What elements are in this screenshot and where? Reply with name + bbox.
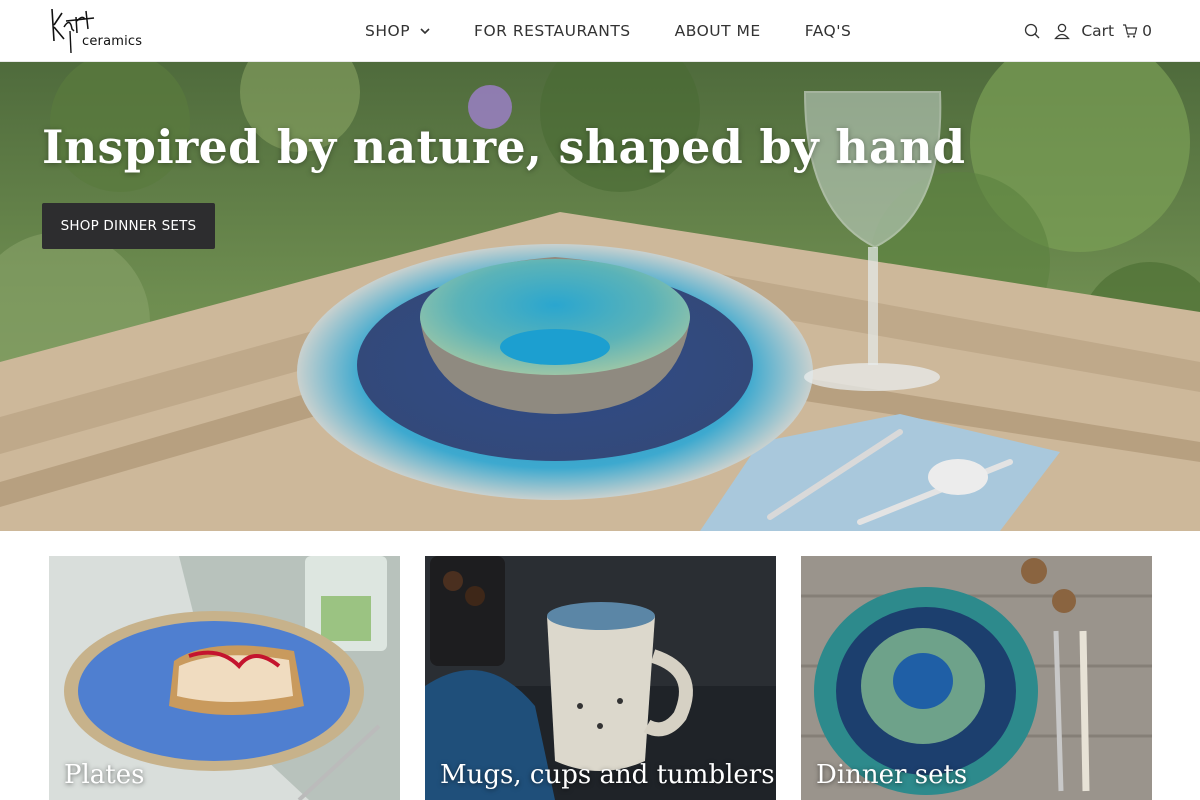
cart-count: 0 (1142, 22, 1152, 40)
collection-card-dinner-sets[interactable]: Dinner sets (801, 556, 1152, 800)
main-nav: SHOP FOR RESTAURANTS ABOUT ME FAQ'S (365, 0, 895, 62)
hero-title: Inspired by nature, shaped by hand (42, 120, 966, 174)
collection-grid: Plates Mugs, cups and tumblers Dinner se… (0, 531, 1200, 800)
collection-card-mugs[interactable]: Mugs, cups and tumblers (425, 556, 776, 800)
collection-title-dinner-sets: Dinner sets (816, 760, 968, 790)
nav-faqs[interactable]: FAQ'S (805, 22, 852, 40)
cart-link[interactable]: Cart 0 (1081, 22, 1152, 40)
user-icon[interactable] (1053, 22, 1071, 40)
nav-about-me[interactable]: ABOUT ME (675, 22, 761, 40)
cart-label: Cart (1081, 22, 1115, 40)
chevron-down-icon (420, 28, 430, 35)
nav-about-me-label: ABOUT ME (674, 22, 761, 40)
collection-title-mugs: Mugs, cups and tumblers (440, 760, 775, 790)
shopping-cart-icon (1123, 24, 1138, 38)
hero-banner: Inspired by nature, shaped by hand SHOP … (0, 62, 1200, 531)
nav-for-restaurants-label: FOR RESTAURANTS (474, 22, 631, 40)
search-icon[interactable] (1023, 22, 1041, 40)
shop-dinner-sets-button[interactable]: SHOP DINNER SETS (42, 203, 215, 249)
collection-title-plates: Plates (64, 760, 145, 790)
site-header: ceramics SHOP FOR RESTAURANTS ABOUT ME F… (0, 0, 1200, 62)
nav-for-restaurants[interactable]: FOR RESTAURANTS (474, 22, 631, 40)
nav-shop-label: SHOP (365, 22, 411, 40)
brand-logo[interactable]: ceramics (48, 5, 143, 57)
collection-card-plates[interactable]: Plates (49, 556, 400, 800)
header-utilities: Cart 0 (1011, 0, 1152, 62)
logo-wordmark: ceramics (82, 34, 143, 49)
nav-faqs-label: FAQ'S (804, 22, 852, 40)
logo-mark (51, 8, 95, 54)
nav-shop[interactable]: SHOP (365, 22, 430, 40)
